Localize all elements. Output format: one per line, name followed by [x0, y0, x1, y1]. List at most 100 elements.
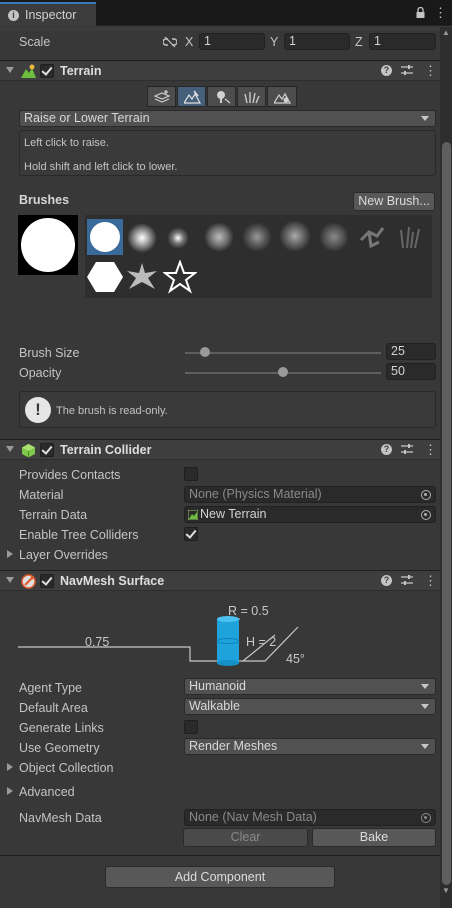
material-field[interactable]: None (Physics Material): [184, 486, 436, 503]
opacity-field[interactable]: 50: [386, 363, 436, 380]
terrain-header[interactable]: Terrain ? ⋮: [0, 60, 440, 81]
terrain-help-icon[interactable]: ?: [381, 65, 392, 76]
use-geometry-label: Use Geometry: [19, 741, 100, 755]
brush-hard-round[interactable]: [87, 219, 123, 255]
terrain-enabled-checkbox[interactable]: [40, 64, 54, 78]
navmesh-data-field[interactable]: None (Nav Mesh Data): [184, 809, 436, 826]
agent-slope-label: 45°: [286, 652, 305, 666]
terrain-collider-menu-icon[interactable]: ⋮: [424, 442, 437, 458]
terrain-collider-preset-icon[interactable]: [401, 443, 413, 455]
agent-cylinder: [216, 616, 240, 666]
link-broken-icon[interactable]: [163, 36, 177, 48]
navmesh-surface-header[interactable]: NavMesh Surface ? ⋮: [0, 570, 440, 591]
navmesh-help-icon[interactable]: ?: [381, 575, 392, 586]
window-menu-icon[interactable]: ⋮: [434, 5, 447, 21]
advanced-label[interactable]: Advanced: [19, 784, 75, 800]
navmesh-menu-icon[interactable]: ⋮: [424, 573, 437, 589]
paint-trees-tool-button[interactable]: [207, 86, 236, 107]
scroll-up-icon[interactable]: ▲: [441, 28, 451, 38]
terrain-foldout-icon[interactable]: [6, 67, 14, 73]
terrain-menu-icon[interactable]: ⋮: [424, 63, 437, 79]
brush-size-slider[interactable]: [185, 352, 381, 354]
brush-size-field[interactable]: 25: [386, 343, 436, 360]
tab-inspector[interactable]: i Inspector: [0, 2, 96, 26]
navmesh-icon: [21, 574, 36, 589]
brush-cracks[interactable]: [357, 222, 387, 252]
bake-button[interactable]: Bake: [312, 828, 436, 847]
brush-rock[interactable]: [280, 221, 310, 251]
paint-details-tool-button[interactable]: [237, 86, 266, 107]
brush-cloud[interactable]: [205, 223, 233, 251]
agent-type-dropdown[interactable]: Humanoid: [184, 678, 436, 695]
scale-y-field[interactable]: 1: [284, 33, 350, 50]
use-geometry-value: Render Meshes: [189, 739, 278, 753]
collider-cube-icon: [22, 444, 35, 458]
scrollbar-thumb[interactable]: [442, 142, 451, 885]
terrain-collider-foldout-icon[interactable]: [6, 446, 14, 452]
navmesh-title: NavMesh Surface: [60, 574, 165, 588]
object-picker-icon[interactable]: [421, 490, 431, 500]
scale-x-field[interactable]: 1: [199, 33, 265, 50]
object-collection-foldout-icon[interactable]: [7, 763, 13, 771]
chevron-down-icon: [421, 684, 429, 689]
brush-splat[interactable]: [320, 223, 348, 251]
brushes-label: Brushes: [19, 193, 70, 207]
terrain-data-icon: [188, 510, 198, 520]
object-picker-icon[interactable]: [421, 813, 431, 823]
brush-small-soft[interactable]: [167, 227, 189, 249]
scroll-down-icon[interactable]: ▼: [441, 886, 451, 896]
new-brush-button[interactable]: New Brush...: [353, 192, 435, 211]
terrain-collider-header[interactable]: Terrain Collider ? ⋮: [0, 439, 440, 460]
lock-icon[interactable]: [416, 7, 425, 18]
advanced-foldout-icon[interactable]: [7, 787, 13, 795]
layers-add-icon: [154, 90, 171, 103]
readonly-message: The brush is read-only.: [56, 405, 168, 417]
clear-button[interactable]: Clear: [183, 828, 308, 847]
navmesh-foldout-icon[interactable]: [6, 577, 14, 583]
layer-overrides-label[interactable]: Layer Overrides: [19, 547, 108, 563]
terrain-data-field[interactable]: New Terrain: [184, 506, 436, 523]
opacity-slider-knob[interactable]: [278, 367, 288, 377]
navmesh-enabled-checkbox[interactable]: [40, 574, 54, 588]
navmesh-preset-icon[interactable]: [401, 574, 413, 586]
terrain-tool-dropdown[interactable]: Raise or Lower Terrain: [19, 110, 436, 127]
transform-row-clipped: [0, 27, 440, 31]
scale-z-field[interactable]: 1: [369, 33, 436, 50]
chevron-down-icon: [421, 116, 429, 121]
navmesh-data-value: None (Nav Mesh Data): [189, 810, 317, 824]
navmesh-data-label: NavMesh Data: [19, 811, 102, 825]
tree-icon: [217, 91, 231, 104]
terrain-title: Terrain: [60, 64, 102, 78]
object-collection-label[interactable]: Object Collection: [19, 760, 114, 776]
terrain-collider-help-icon[interactable]: ?: [381, 444, 392, 455]
add-component-button[interactable]: Add Component: [105, 866, 335, 888]
opacity-label: Opacity: [19, 366, 62, 380]
object-picker-icon[interactable]: [421, 510, 431, 520]
generate-links-checkbox[interactable]: [184, 720, 198, 734]
terrain-settings-tool-button[interactable]: [267, 86, 297, 107]
brush-star-outline[interactable]: [162, 259, 198, 294]
provides-contacts-checkbox[interactable]: [184, 467, 198, 481]
scale-x-label: X: [185, 35, 194, 49]
enable-tree-colliders-checkbox[interactable]: [184, 527, 198, 541]
paint-terrain-tool-button[interactable]: [177, 86, 206, 107]
use-geometry-dropdown[interactable]: Render Meshes: [184, 738, 436, 755]
brush-noise[interactable]: [243, 223, 271, 251]
brush-grass[interactable]: [395, 222, 425, 252]
brush-size-slider-knob[interactable]: [199, 347, 210, 357]
scale-z-label: Z: [355, 35, 363, 49]
default-area-value: Walkable: [189, 699, 240, 713]
layer-overrides-foldout-icon[interactable]: [7, 550, 13, 558]
create-neighbor-tool-button[interactable]: [147, 86, 176, 107]
brush-soft-round[interactable]: [127, 223, 157, 253]
agent-radius-label: R = 0.5: [228, 604, 269, 618]
default-area-label: Default Area: [19, 701, 88, 715]
terrain-collider-enabled-checkbox[interactable]: [40, 443, 54, 457]
terrain-data-value: New Terrain: [200, 507, 267, 521]
material-value: None (Physics Material): [189, 487, 322, 501]
brush-soft-star[interactable]: [125, 261, 159, 293]
terrain-preset-icon[interactable]: [401, 64, 413, 76]
default-area-dropdown[interactable]: Walkable: [184, 698, 436, 715]
brush-grid[interactable]: [85, 215, 432, 298]
brush-hexagon[interactable]: [87, 261, 123, 293]
